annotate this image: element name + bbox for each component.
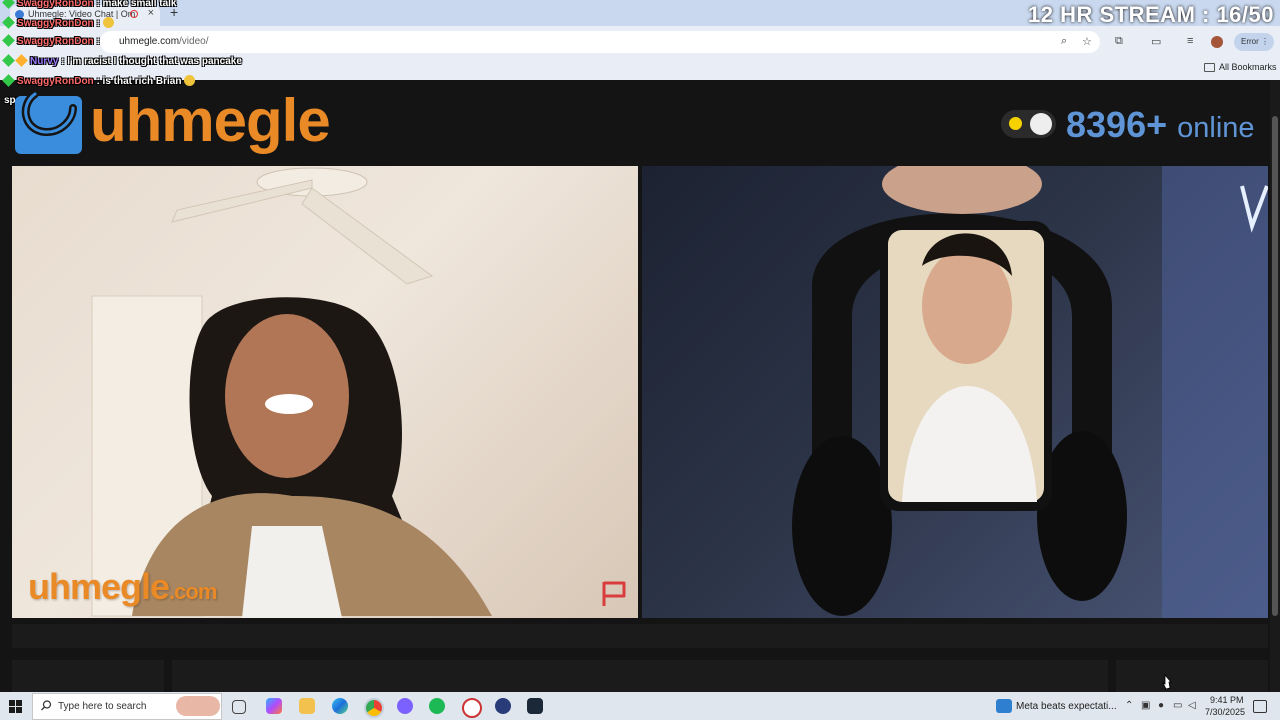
- emote-icon: [184, 75, 196, 86]
- recording-icon: [130, 10, 138, 18]
- video-watermark: uhmegle.com: [28, 566, 217, 608]
- mouse-cursor-icon: [1162, 674, 1172, 690]
- url-host: uhmegle.com: [119, 36, 180, 47]
- chat-message: : make small talk: [96, 0, 177, 9]
- spotify-icon[interactable]: [429, 698, 445, 714]
- chat-badge-icon: [2, 54, 15, 67]
- self-video-frame: [792, 166, 1268, 618]
- address-bar[interactable]: [100, 31, 1100, 53]
- task-view-icon[interactable]: [232, 700, 246, 714]
- online-count: 8396+: [1066, 104, 1168, 145]
- folder-icon: [1204, 63, 1215, 72]
- chat-message: :: [96, 36, 100, 47]
- notification-icon[interactable]: [1253, 700, 1267, 713]
- report-flag-icon[interactable]: [600, 578, 630, 608]
- url-text[interactable]: uhmegle.com/video/: [119, 36, 209, 47]
- chat-badge-icon: [2, 34, 15, 47]
- stream-title: 12 HR STREAM : 16/50: [1028, 2, 1274, 27]
- steam-icon[interactable]: [527, 698, 543, 714]
- cast-icon[interactable]: ▭: [1151, 35, 1161, 48]
- online-label: online: [1177, 112, 1255, 144]
- chevron-up-icon[interactable]: ⌃: [1125, 700, 1133, 711]
- site-logo-text[interactable]: uhmegle: [90, 86, 331, 155]
- profile-error-label: Error: [1241, 37, 1259, 46]
- chat-username: SwaggyRonDon: [17, 76, 94, 87]
- chat-panel: [172, 660, 1108, 694]
- chat-message: :: [96, 18, 100, 29]
- chat-line: SwaggyRonDon :: [2, 16, 114, 29]
- lower-panel: [12, 660, 164, 694]
- file-explorer-icon[interactable]: [299, 698, 315, 714]
- tray-app-icon[interactable]: ▣: [1141, 700, 1150, 711]
- chat-line: Nurvy : I'm racist I thought that was pa…: [2, 54, 242, 67]
- edge-icon[interactable]: [332, 698, 348, 714]
- chat-badge-icon: [2, 0, 15, 9]
- stranger-video-frame: [91, 167, 492, 618]
- chat-username: SwaggyRonDon: [17, 0, 94, 9]
- sun-icon: [1009, 117, 1022, 130]
- chrome-icon[interactable]: [364, 698, 384, 718]
- uhmegle-logo-icon[interactable]: [15, 88, 82, 154]
- toggle-knob: [1030, 113, 1052, 135]
- volume-icon[interactable]: ◁: [1188, 700, 1196, 711]
- news-widget[interactable]: Meta beats expectati...: [1016, 701, 1117, 712]
- search-icon: [41, 700, 52, 711]
- stranger-video: uhmegle.com: [12, 166, 638, 618]
- app-icon[interactable]: [495, 698, 511, 714]
- emote-icon: [102, 17, 114, 28]
- profile-error-button[interactable]: Error ⋮: [1234, 33, 1274, 51]
- online-counter: 8396+ online: [1066, 104, 1255, 146]
- obs-icon[interactable]: [397, 698, 413, 714]
- chat-line: SwaggyRonDon : make small talk: [2, 0, 177, 9]
- clock-time[interactable]: 9:41 PM: [1210, 695, 1244, 705]
- self-video: [642, 166, 1268, 618]
- clock-date[interactable]: 7/30/2025: [1205, 707, 1245, 717]
- chat-line: SwaggyRonDon :: [2, 34, 100, 47]
- windows-icon[interactable]: [9, 700, 22, 713]
- lower-panel: [1116, 660, 1268, 694]
- extensions-icon[interactable]: ⧉: [1115, 35, 1123, 48]
- chat-badge-icon: [15, 54, 28, 67]
- url-path: /video/: [179, 36, 209, 47]
- zoom-icon[interactable]: ⌕: [1061, 35, 1067, 48]
- search-highlight-icon[interactable]: [176, 696, 220, 716]
- all-bookmarks-link[interactable]: All Bookmarks: [1219, 62, 1277, 72]
- network-icon[interactable]: ▭: [1173, 700, 1182, 711]
- profile-avatar[interactable]: [1211, 36, 1223, 48]
- watermark-tld: .com: [169, 579, 217, 604]
- controls-bar: [12, 624, 1268, 648]
- chat-username: SwaggyRonDon: [17, 36, 94, 47]
- bookmark-star-icon[interactable]: ☆: [1082, 35, 1092, 48]
- scrollbar-thumb[interactable]: [1272, 116, 1278, 616]
- copilot-icon[interactable]: [266, 698, 282, 714]
- chat-badge-icon: [2, 74, 15, 87]
- taskbar-search-placeholder: Type here to search: [58, 701, 147, 712]
- reading-list-icon[interactable]: ≡: [1187, 35, 1193, 47]
- chat-username: Nurvy: [30, 56, 59, 67]
- chat-badge-icon: [2, 16, 15, 29]
- theme-toggle[interactable]: [1001, 110, 1056, 138]
- chat-username: SwaggyRonDon: [17, 18, 94, 29]
- watermark-main: uhmegle: [28, 566, 170, 607]
- chat-message: : I'm racist I thought that was pancake: [61, 56, 242, 67]
- app-icon[interactable]: [462, 698, 482, 718]
- widgets-icon[interactable]: [996, 699, 1012, 713]
- microphone-icon[interactable]: ●: [1158, 700, 1164, 711]
